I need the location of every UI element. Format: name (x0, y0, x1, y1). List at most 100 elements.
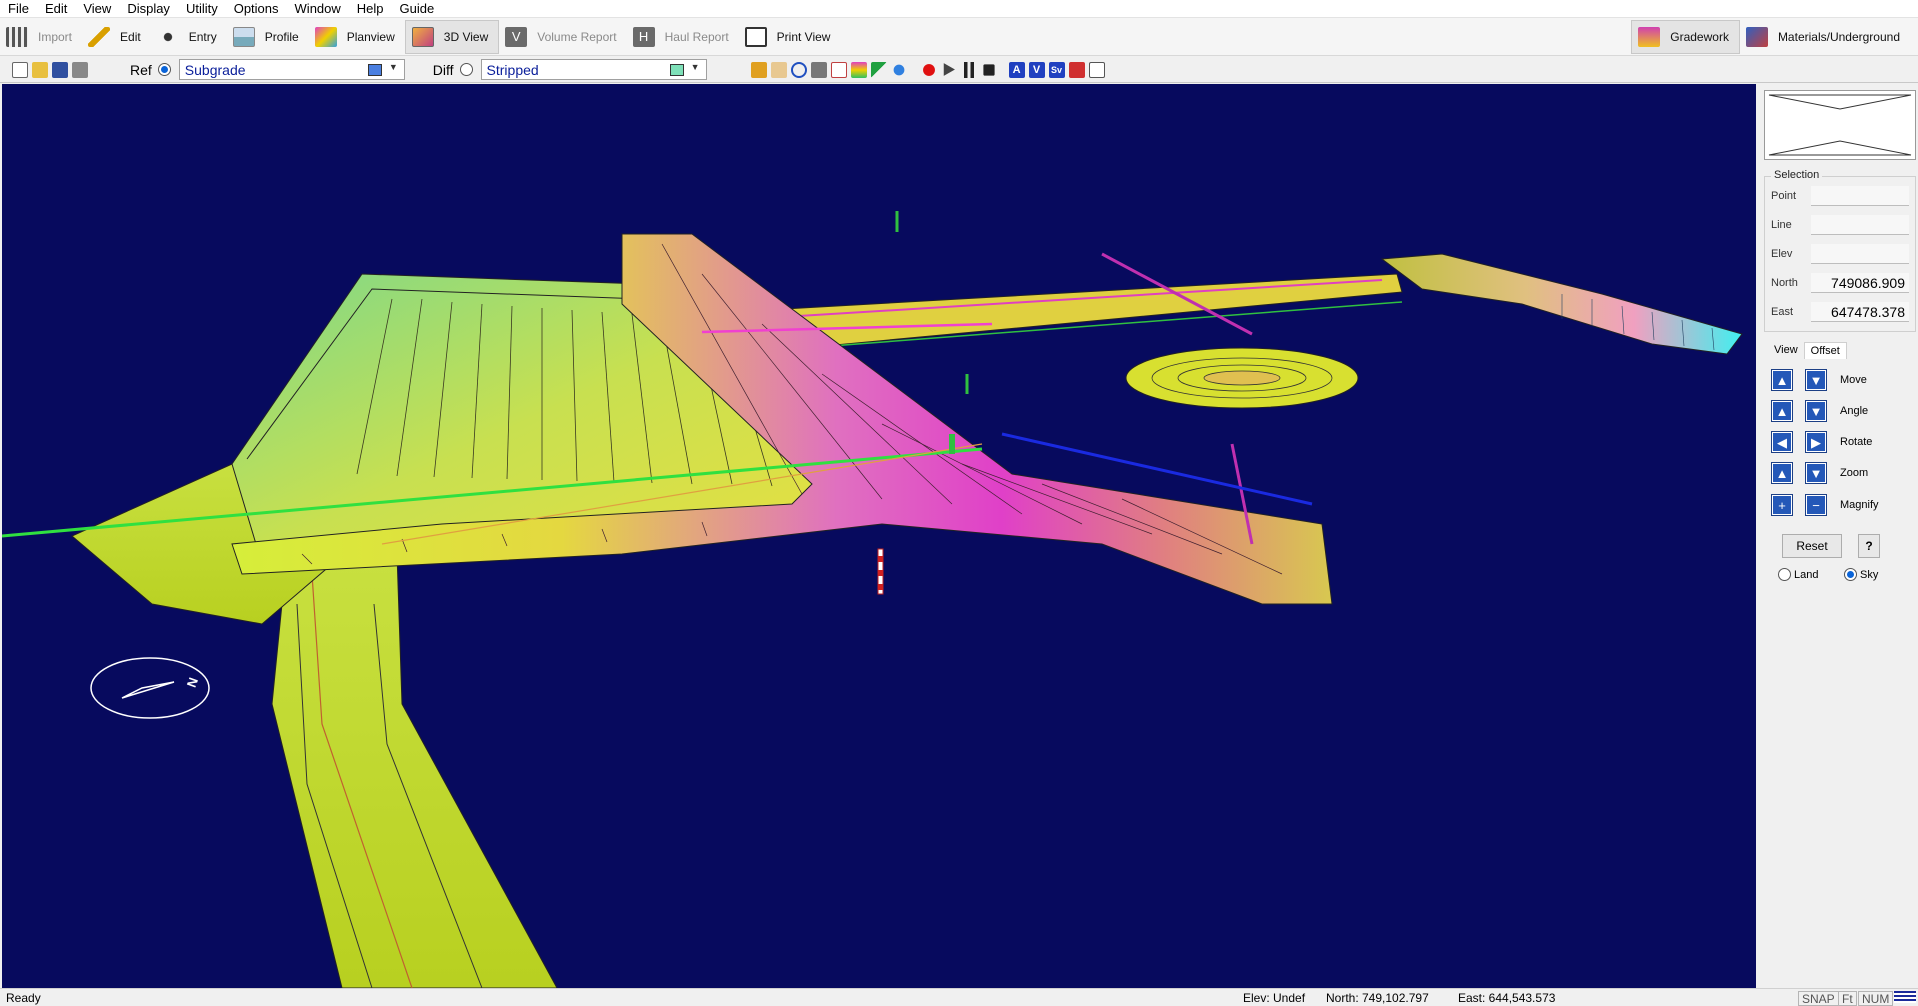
zoom-window-icon[interactable] (790, 61, 807, 78)
compass-north-label: N (184, 675, 201, 689)
diff-color-swatch (669, 64, 684, 76)
mode-volume-report-button[interactable]: V Volume Report (499, 20, 626, 54)
print-icon[interactable] (72, 61, 88, 78)
image-icon[interactable] (1088, 61, 1105, 78)
mode-entry-button[interactable]: Entry (151, 20, 227, 54)
menu-display[interactable]: Display (119, 0, 178, 18)
menu-guide[interactable]: Guide (392, 0, 443, 18)
view-control-panel: Selection Point Line Elev North 749086.9… (1760, 84, 1918, 988)
mode-print-view-label: Print View (776, 29, 831, 44)
text-sv-icon[interactable]: Sv (1048, 61, 1065, 78)
point-field (1811, 186, 1909, 206)
menu-file[interactable]: File (0, 0, 37, 18)
save-icon[interactable] (52, 61, 68, 78)
north-row: North 749086.909 (1771, 272, 1913, 294)
ref-radio[interactable] (157, 63, 171, 76)
rotate-left-button[interactable]: ◀ (1771, 431, 1793, 453)
diff-label: Diff (432, 61, 454, 78)
pause-icon[interactable] (960, 61, 977, 78)
elev-row: Elev (1771, 243, 1913, 265)
status-east: East: 644,543.573 (1458, 991, 1556, 1005)
selection-group: Selection Point Line Elev North 749086.9… (1764, 169, 1916, 332)
mode-print-view-button[interactable]: Print View (739, 20, 841, 54)
view-toolbar: Ref Subgrade ▼ Diff Stripped ▼ A V Sv (0, 57, 1918, 83)
record-icon[interactable] (920, 61, 937, 78)
new-file-icon[interactable] (12, 61, 28, 78)
magnify-row: + − Magnify (1771, 493, 1912, 517)
mode-edit-button[interactable]: Edit (82, 20, 151, 54)
move-down-button[interactable]: ▼ (1805, 369, 1827, 391)
menu-edit[interactable]: Edit (37, 0, 75, 18)
edit-pencil-icon (88, 26, 111, 47)
text-v-icon[interactable]: V (1028, 61, 1045, 78)
east-row: East 647478.378 (1771, 301, 1913, 323)
print-view-icon (744, 26, 767, 47)
flag-icon[interactable] (870, 61, 887, 78)
3d-viewport[interactable]: N (2, 84, 1756, 988)
zoom-out-button[interactable]: ▼ (1805, 462, 1827, 484)
north-field: 749086.909 (1811, 273, 1909, 293)
module-materials-button[interactable]: Materials/Underground (1740, 20, 1910, 54)
reset-button[interactable]: Reset (1782, 534, 1842, 558)
menu-window[interactable]: Window (287, 0, 349, 18)
home-icon[interactable] (750, 61, 767, 78)
menu-utility[interactable]: Utility (178, 0, 226, 18)
haul-report-icon: H (632, 26, 655, 47)
color-scale-icon[interactable] (850, 61, 867, 78)
resize-grip-icon[interactable] (1894, 991, 1916, 1003)
status-bar: Ready Elev: Undef North: 749,102.797 Eas… (0, 988, 1918, 1006)
copy-icon[interactable] (830, 61, 847, 78)
mode-haul-report-button[interactable]: H Haul Report (627, 20, 739, 54)
3d-view-icon (411, 26, 434, 47)
status-message: Ready (6, 991, 41, 1005)
mode-planview-button[interactable]: Planview (309, 20, 405, 54)
menu-help[interactable]: Help (349, 0, 392, 18)
selection-title: Selection (1771, 169, 1823, 181)
land-option[interactable]: Land (1778, 568, 1818, 581)
mode-profile-button[interactable]: Profile (227, 20, 309, 54)
open-folder-icon[interactable] (32, 61, 48, 78)
north-label: North (1771, 277, 1798, 289)
tab-view[interactable]: View (1768, 342, 1804, 359)
rotate-right-button[interactable]: ▶ (1805, 431, 1827, 453)
water-drop-icon[interactable] (890, 61, 907, 78)
diff-radio[interactable] (459, 63, 473, 76)
menu-view[interactable]: View (75, 0, 119, 18)
land-radio[interactable] (1778, 568, 1791, 581)
stop-icon[interactable] (982, 63, 995, 76)
export-icon[interactable] (1068, 61, 1085, 78)
mode-haul-report-label: Haul Report (664, 29, 729, 44)
help-button[interactable]: ? (1858, 534, 1880, 558)
ref-surface-select[interactable]: Subgrade ▼ (178, 59, 405, 80)
elev-field (1811, 244, 1909, 264)
menu-options[interactable]: Options (226, 0, 287, 18)
angle-up-button[interactable]: ▲ (1771, 400, 1793, 422)
pan-hand-icon[interactable] (770, 61, 787, 78)
mode-import-button[interactable]: Import (0, 20, 82, 54)
tab-offset[interactable]: Offset (1803, 342, 1847, 359)
layers-icon[interactable] (810, 61, 827, 78)
sky-option[interactable]: Sky (1844, 568, 1878, 581)
menu-bar: File Edit View Display Utility Options W… (0, 0, 1918, 18)
ref-label: Ref (130, 61, 152, 78)
sky-radio[interactable] (1844, 568, 1857, 581)
rotate-row: ◀ ▶ Rotate (1771, 430, 1912, 454)
mode-planview-label: Planview (346, 29, 395, 44)
mode-toolbar: Import Edit Entry Profile Planview 3D Vi… (0, 18, 1918, 56)
land-label: Land (1794, 568, 1819, 581)
line-row: Line (1771, 214, 1913, 236)
module-gradework-button[interactable]: Gradework (1631, 20, 1740, 54)
move-up-button[interactable]: ▲ (1771, 369, 1793, 391)
zoom-in-button[interactable]: ▲ (1771, 462, 1793, 484)
magnify-plus-button[interactable]: + (1771, 494, 1793, 516)
status-snap: SNAP (1798, 991, 1839, 1006)
play-icon[interactable] (943, 63, 955, 76)
angle-row: ▲ ▼ Angle (1771, 399, 1912, 423)
mode-3d-view-button[interactable]: 3D View (404, 19, 500, 54)
text-a-icon[interactable]: A (1008, 61, 1025, 78)
ref-color-swatch (367, 64, 382, 76)
magnify-minus-button[interactable]: − (1805, 494, 1827, 516)
diff-surface-select[interactable]: Stripped ▼ (480, 59, 707, 80)
angle-down-button[interactable]: ▼ (1805, 400, 1827, 422)
mode-entry-label: Entry (188, 29, 217, 44)
